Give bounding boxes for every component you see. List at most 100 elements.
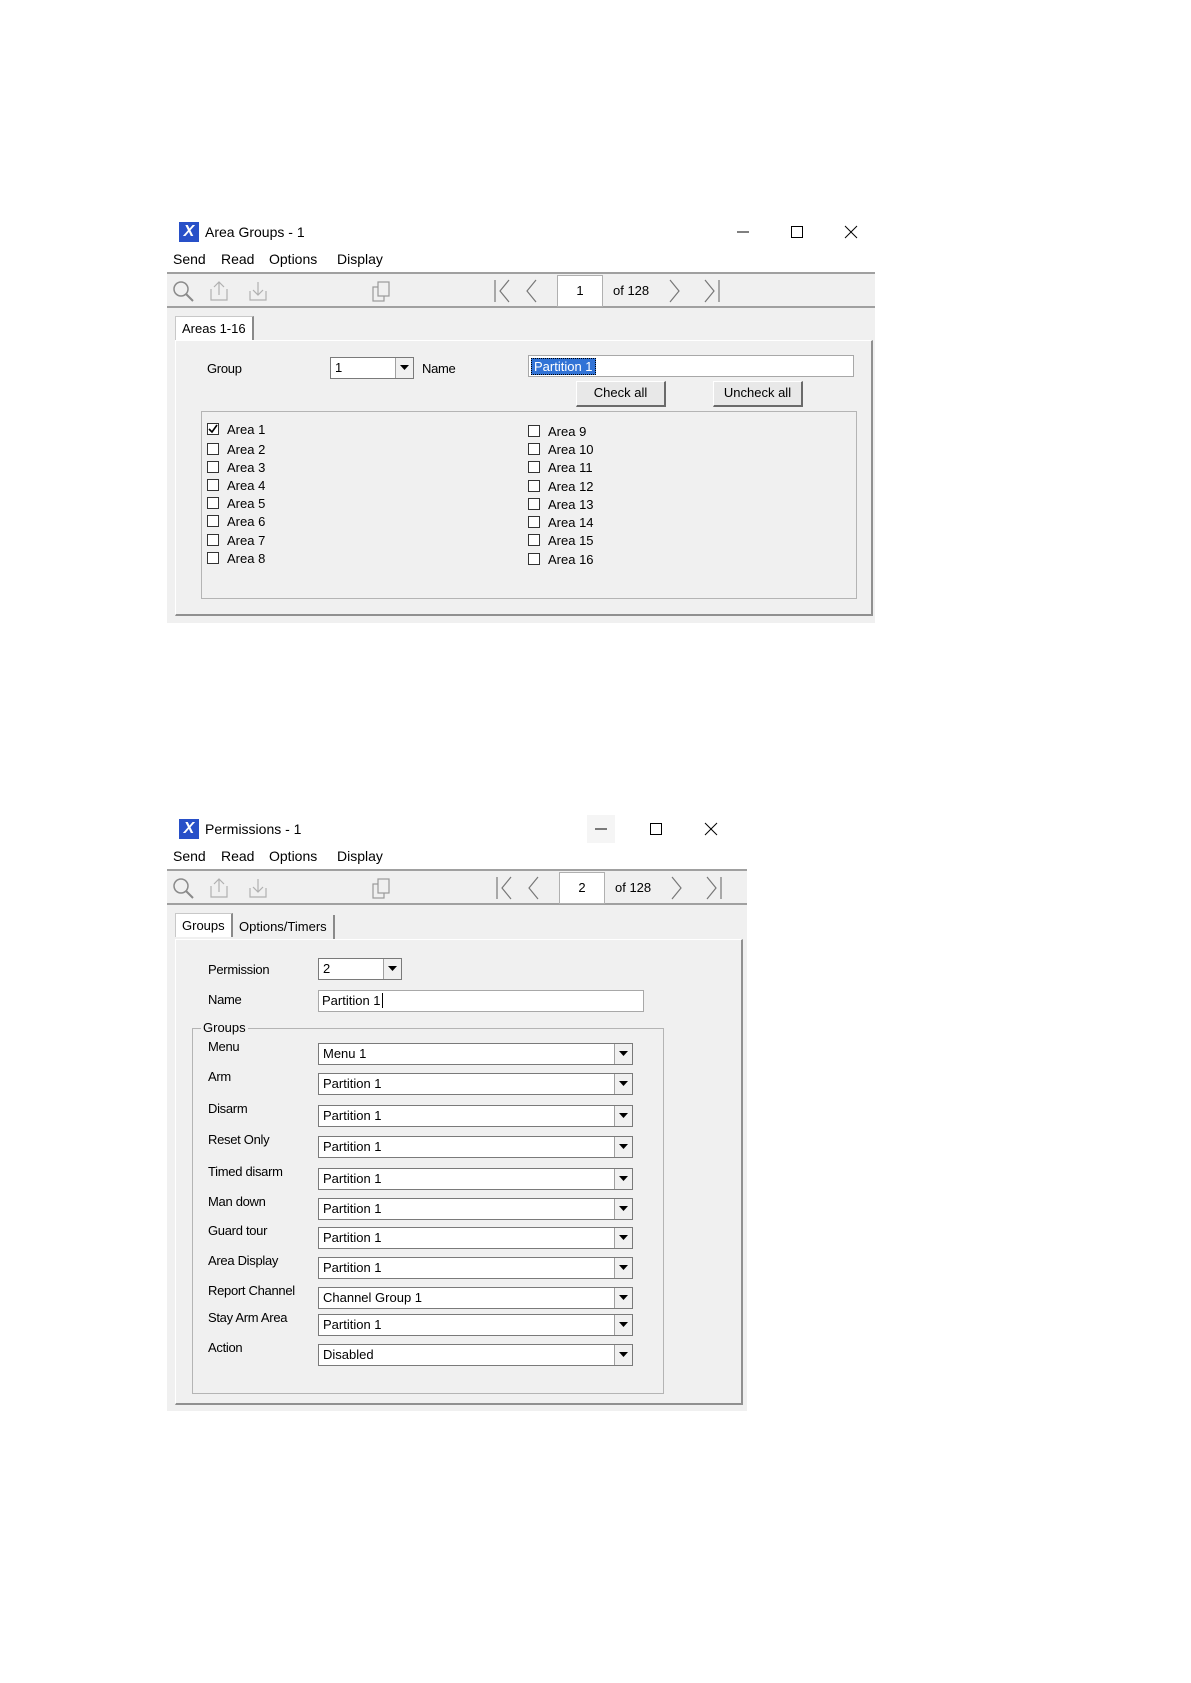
chevron-down-icon[interactable] — [614, 1345, 632, 1365]
first-page-icon[interactable] — [491, 875, 519, 901]
name-field[interactable]: Partition 1 — [528, 355, 854, 377]
field-select[interactable]: Partition 1 — [318, 1073, 633, 1095]
page-number-input[interactable]: 2 — [559, 872, 605, 904]
checkbox-unchecked[interactable] — [528, 498, 540, 510]
area-checkbox-label: Area 9 — [548, 424, 587, 439]
field-select[interactable]: Menu 1 — [318, 1043, 633, 1065]
close-icon[interactable] — [697, 815, 725, 843]
chevron-down-icon[interactable] — [614, 1228, 632, 1248]
tab-groups[interactable]: Groups — [175, 913, 233, 937]
tab-options-timers[interactable]: Options/Timers — [233, 915, 335, 939]
field-select-value: Partition 1 — [323, 1139, 382, 1154]
menu-read[interactable]: Read — [221, 251, 254, 267]
field-select[interactable]: Partition 1 — [318, 1168, 633, 1190]
field-select[interactable]: Partition 1 — [318, 1257, 633, 1279]
field-select[interactable]: Partition 1 — [318, 1314, 633, 1336]
field-select[interactable]: Partition 1 — [318, 1136, 633, 1158]
chevron-down-icon[interactable] — [614, 1106, 632, 1126]
upload-icon[interactable] — [205, 875, 233, 901]
group-select[interactable]: 1 — [330, 357, 414, 379]
download-icon[interactable] — [244, 278, 272, 304]
chevron-down-icon[interactable] — [614, 1137, 632, 1157]
area-checkbox-label: Area 4 — [227, 478, 266, 493]
chevron-down-icon[interactable] — [614, 1074, 632, 1094]
field-select[interactable]: Partition 1 — [318, 1105, 633, 1127]
checkbox-unchecked[interactable] — [528, 516, 540, 528]
tab-areas-1-16[interactable]: Areas 1-16 — [175, 316, 254, 340]
field-label: Reset Only — [208, 1132, 270, 1147]
x-app-icon: X — [179, 819, 199, 839]
areas-left-column: Area 1 Area 2 Area 3 Area 4 Area 5 Area 6 Area… — [207, 422, 407, 592]
areas-right-column: Area 9 Area 10 Area 11 Area 12 Area 13 Area 1… — [528, 424, 728, 594]
field-select[interactable]: Partition 1 — [318, 1198, 633, 1220]
tab-panel: Permission 2 Name Partition 1 Groups Men… — [175, 939, 743, 1405]
menu-send[interactable]: Send — [173, 251, 206, 267]
chevron-down-icon[interactable] — [614, 1258, 632, 1278]
checkbox-unchecked[interactable] — [528, 480, 540, 492]
checkbox-unchecked[interactable] — [207, 515, 219, 527]
field-select[interactable]: Disabled — [318, 1344, 633, 1366]
checkbox-unchecked[interactable] — [207, 461, 219, 473]
menu-read[interactable]: Read — [221, 848, 254, 864]
chevron-down-icon[interactable] — [614, 1315, 632, 1335]
permission-select-value: 2 — [323, 961, 331, 976]
chevron-down-icon[interactable] — [383, 959, 401, 979]
search-icon[interactable] — [169, 875, 197, 901]
menu-options[interactable]: Options — [269, 848, 317, 864]
download-icon[interactable] — [244, 875, 272, 901]
chevron-down-icon[interactable] — [395, 358, 413, 378]
checkbox-unchecked[interactable] — [207, 534, 219, 546]
last-page-icon[interactable] — [697, 278, 725, 304]
prev-page-icon[interactable] — [519, 875, 547, 901]
field-select[interactable]: Channel Group 1 — [318, 1287, 633, 1309]
field-label: Menu — [208, 1039, 240, 1054]
group-label: Group — [207, 361, 242, 376]
checkbox-unchecked[interactable] — [207, 552, 219, 564]
upload-icon[interactable] — [205, 278, 233, 304]
prev-page-icon[interactable] — [517, 278, 545, 304]
chevron-down-icon[interactable] — [614, 1169, 632, 1189]
checkbox-unchecked[interactable] — [528, 461, 540, 473]
maximize-icon[interactable] — [642, 815, 670, 843]
field-label: Action — [208, 1340, 243, 1355]
permission-select[interactable]: 2 — [318, 958, 402, 980]
minimize-icon[interactable] — [729, 218, 757, 246]
field-label: Arm — [208, 1069, 231, 1084]
window-title: Permissions - 1 — [205, 821, 302, 837]
minimize-icon[interactable] — [587, 815, 615, 843]
checkbox-unchecked[interactable] — [207, 479, 219, 491]
permission-fields: Menu Menu 1 Arm Partition 1 Disarm Partition … — [193, 1029, 663, 1389]
menu-send[interactable]: Send — [173, 848, 206, 864]
page-number-input[interactable]: 1 — [557, 275, 603, 307]
close-icon[interactable] — [837, 218, 865, 246]
first-page-icon[interactable] — [489, 278, 517, 304]
name-field[interactable]: Partition 1 — [318, 990, 644, 1012]
next-page-icon[interactable] — [663, 875, 691, 901]
chevron-down-icon[interactable] — [614, 1288, 632, 1308]
uncheck-all-button[interactable]: Uncheck all — [713, 381, 803, 407]
menu-display[interactable]: Display — [337, 848, 383, 864]
copy-icon[interactable] — [367, 875, 395, 901]
checkbox-unchecked[interactable] — [207, 497, 219, 509]
window-body: Groups Options/Timers Permission 2 Name … — [167, 905, 747, 1411]
maximize-icon[interactable] — [783, 218, 811, 246]
checkbox-unchecked[interactable] — [528, 534, 540, 546]
search-icon[interactable] — [169, 278, 197, 304]
area-checkbox-label: Area 8 — [227, 551, 266, 566]
checkbox-unchecked[interactable] — [528, 553, 540, 565]
chevron-down-icon[interactable] — [614, 1044, 632, 1064]
checkbox-unchecked[interactable] — [207, 443, 219, 455]
check-all-button[interactable]: Check all — [576, 381, 666, 407]
last-page-icon[interactable] — [699, 875, 727, 901]
menu-options[interactable]: Options — [269, 251, 317, 267]
copy-icon[interactable] — [367, 278, 395, 304]
x-app-icon: X — [179, 222, 199, 242]
field-select[interactable]: Partition 1 — [318, 1227, 633, 1249]
checkbox-unchecked[interactable] — [528, 425, 540, 437]
area-checkbox-label: Area 2 — [227, 442, 266, 457]
checkbox-checked[interactable] — [207, 423, 219, 435]
menu-display[interactable]: Display — [337, 251, 383, 267]
checkbox-unchecked[interactable] — [528, 443, 540, 455]
chevron-down-icon[interactable] — [614, 1199, 632, 1219]
next-page-icon[interactable] — [661, 278, 689, 304]
